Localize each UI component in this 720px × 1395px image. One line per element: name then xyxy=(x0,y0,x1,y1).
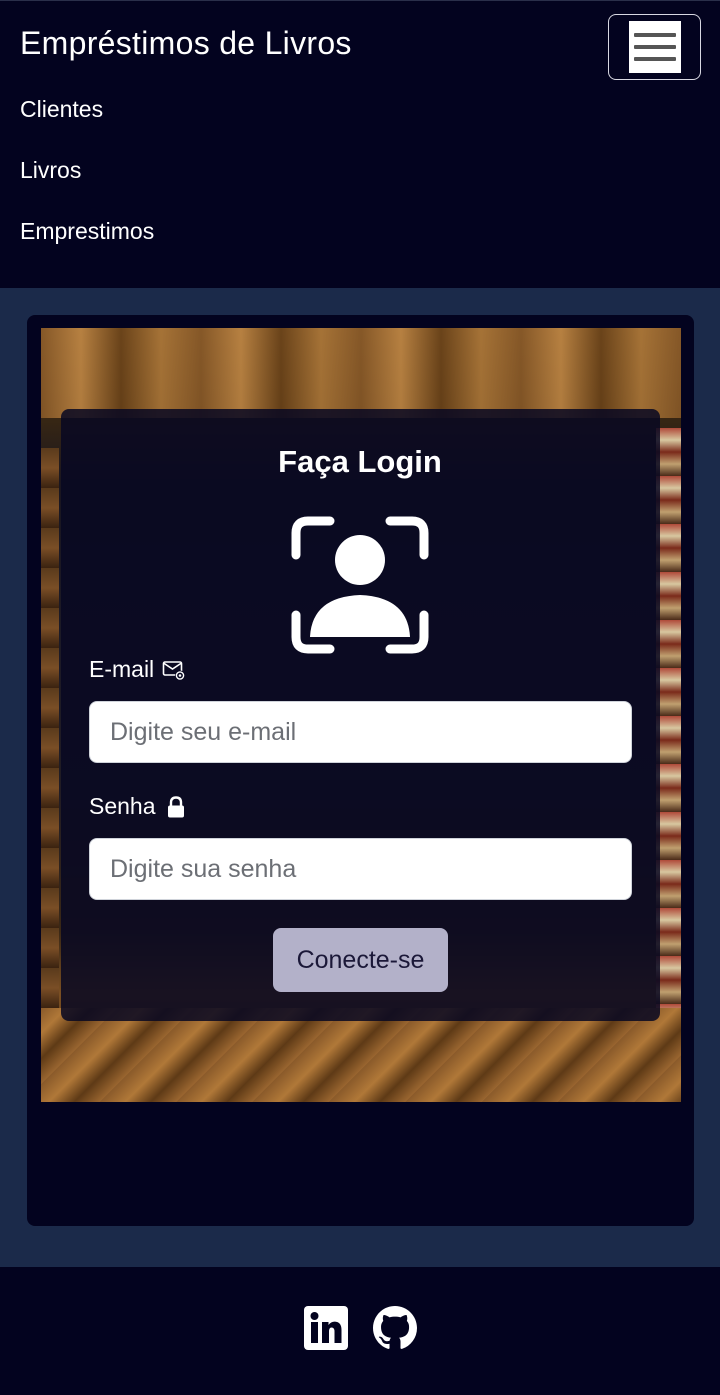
linkedin-link[interactable] xyxy=(304,1306,348,1350)
login-title: Faça Login xyxy=(278,444,442,479)
navbar: Empréstimos de Livros Clientes Livros Em… xyxy=(0,0,720,288)
email-label: E-mail xyxy=(89,656,186,683)
email-input[interactable] xyxy=(89,701,632,763)
email-label-text: E-mail xyxy=(89,656,155,682)
login-submit-button[interactable]: Conecte-se xyxy=(273,928,448,992)
lock-icon xyxy=(167,795,184,817)
hamburger-menu-icon xyxy=(628,21,681,73)
linkedin-icon xyxy=(304,1306,348,1350)
password-input[interactable] xyxy=(89,838,632,900)
navbar-toggle-button[interactable] xyxy=(608,14,701,80)
github-link[interactable] xyxy=(373,1306,417,1350)
password-label: Senha xyxy=(89,793,188,820)
library-ceiling xyxy=(41,328,681,418)
brand-title[interactable]: Empréstimos de Livros xyxy=(20,25,352,62)
nav-link-emprestimos[interactable]: Emprestimos xyxy=(20,218,154,245)
footer xyxy=(0,1267,720,1395)
bookshelf-left xyxy=(41,448,59,1008)
password-label-text: Senha xyxy=(89,793,156,819)
library-floor xyxy=(41,1008,681,1102)
nav-link-livros[interactable]: Livros xyxy=(20,157,81,184)
user-scan-icon xyxy=(291,516,429,654)
github-icon xyxy=(373,1306,417,1349)
envelope-at-icon xyxy=(162,660,186,680)
nav-link-clientes[interactable]: Clientes xyxy=(20,96,103,123)
